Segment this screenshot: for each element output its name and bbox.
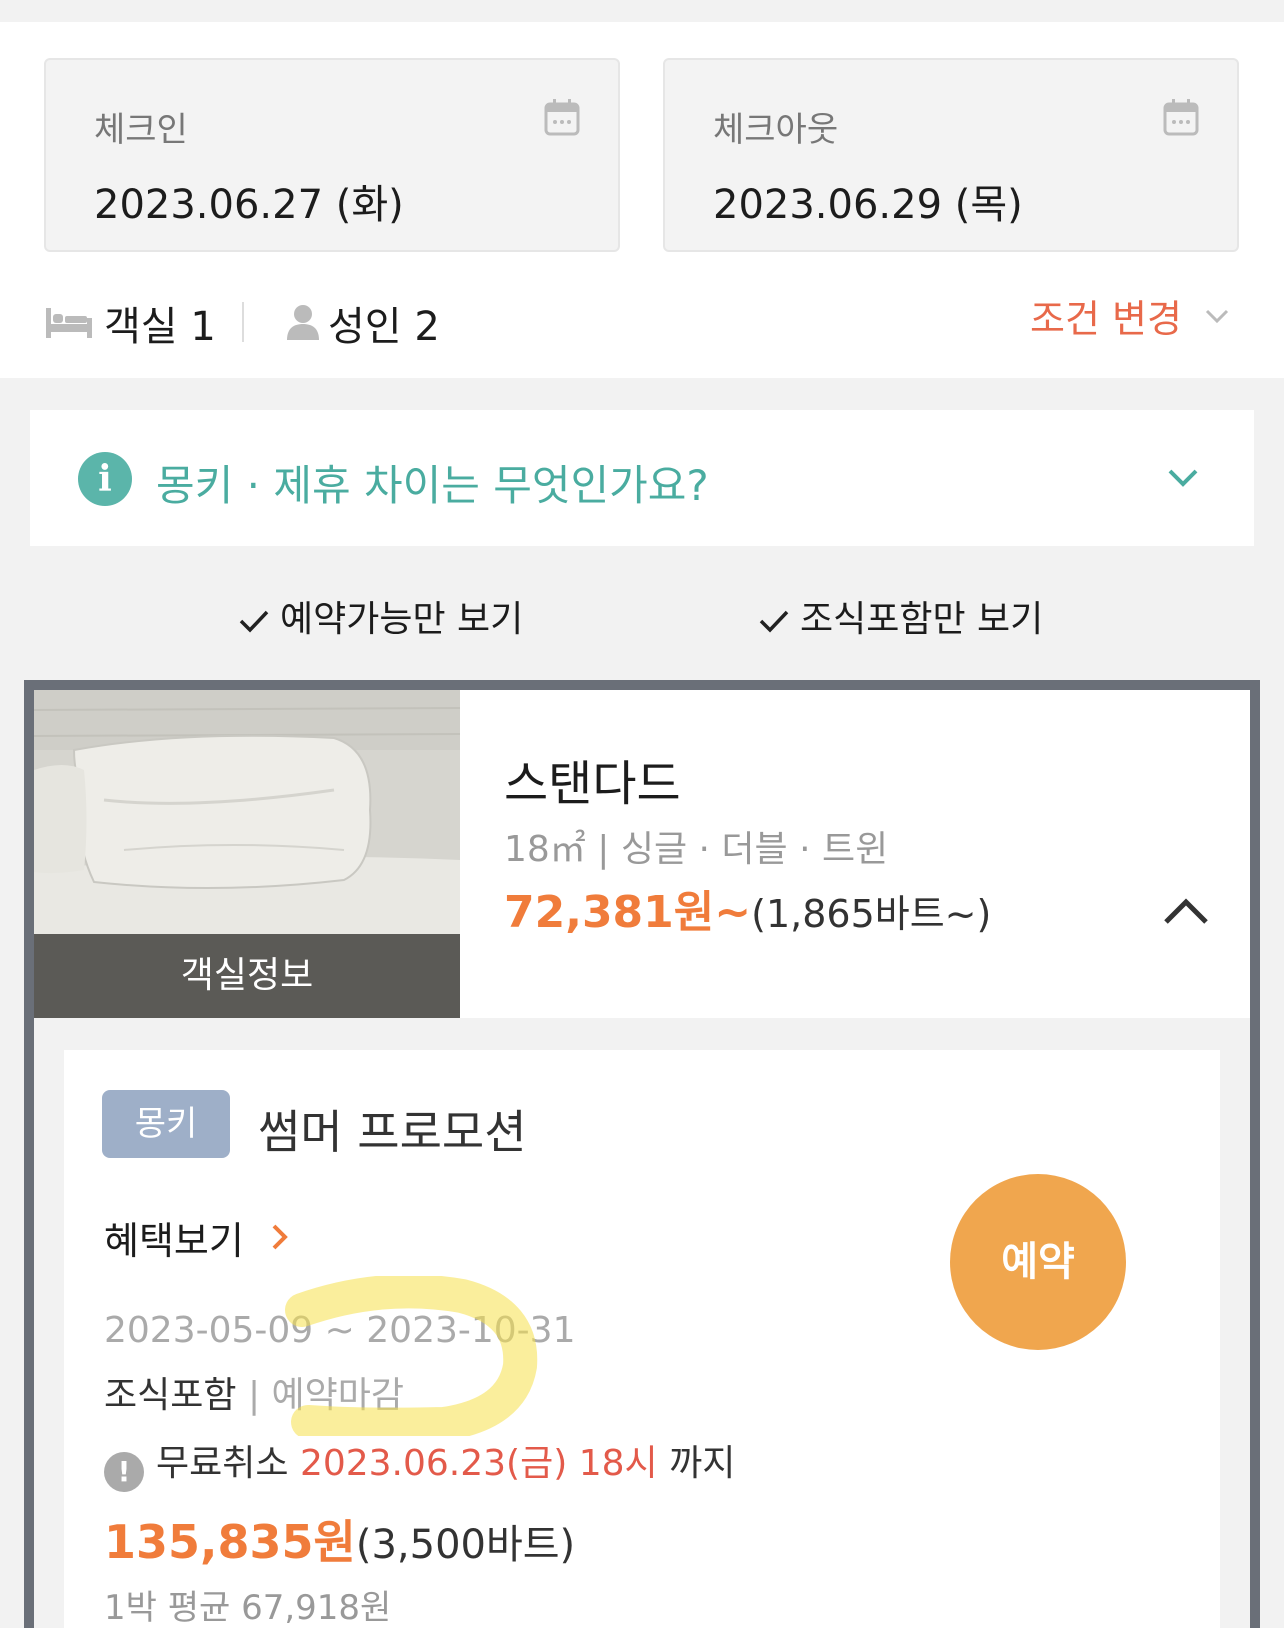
bed-icon [46,308,92,338]
info-icon: i [78,452,132,506]
adult-count: 성인 2 [328,304,440,350]
room-count: 객실 1 [104,304,216,350]
plan-period: 2023-05-09 ~ 2023-10-31 [104,1310,576,1351]
status-tag: | 예약마감 [247,1375,404,1416]
view-benefits-link[interactable]: 혜택보기 [104,1210,244,1265]
room-price: 72,381원~(1,865바트~) [504,876,991,940]
divider [242,302,244,342]
checkin-label: 체크인 [94,110,188,150]
calendar-icon [544,99,580,136]
cancel-suffix: 까지 [669,1443,736,1484]
room-price-thb: (1,865바트~) [751,892,992,936]
room-info-caption[interactable]: 객실정보 [34,934,460,1018]
plan-name: 썸머 프로모션 [258,1105,527,1159]
chevron-up-icon[interactable] [1162,896,1210,926]
room-name: 스탠다드 [504,756,681,812]
free-cancel-row: ! 무료취소 2023.06.23(금) 18시 까지 [104,1434,735,1492]
calendar-icon [1163,99,1199,136]
warning-icon: ! [104,1452,144,1492]
check-icon [239,610,269,633]
chevron-right-icon[interactable] [270,1222,290,1252]
room-photo[interactable]: 객실정보 [34,690,460,1018]
guest-summary-row: 객실 1 성인 2 조건 변경 [0,284,1284,354]
plan-tags: 조식포함 | 예약마감 [104,1366,404,1418]
change-conditions-button[interactable]: 조건 변경 [1030,288,1182,343]
checkout-date: 2023.06.29 (목) [713,182,1023,228]
plan-price: 135,835원(3,500바트) [104,1506,575,1572]
info-banner-text: 몽키 · 제휴 차이는 무엇인가요? [156,461,709,510]
chevron-down-icon[interactable] [1204,306,1230,326]
info-banner[interactable]: i 몽키 · 제휴 차이는 무엇인가요? [30,410,1254,546]
plan-type-badge: 몽키 [102,1090,230,1158]
room-card: 객실정보 스탠다드 18㎡ | 싱글 · 더블 · 트윈 72,381원~(1,… [24,680,1260,1628]
rate-plan-card: 몽키 썸머 프로모션 혜택보기 2023-05-09 ~ 2023-10-31 … [64,1050,1220,1628]
filter-breakfast-only[interactable]: 조식포함만 보기 [758,590,1043,642]
room-summary: 객실정보 스탠다드 18㎡ | 싱글 · 더블 · 트윈 72,381원~(1,… [34,690,1250,1018]
room-specs: 18㎡ | 싱글 · 더블 · 트윈 [504,829,889,870]
average-nightly-price: 1박 평균 67,918원 [104,1588,392,1628]
chevron-down-icon[interactable] [1166,466,1200,490]
book-button[interactable]: 예약 [950,1174,1126,1350]
breakfast-tag: 조식포함 [104,1375,237,1416]
person-icon [287,305,319,340]
filter-label: 예약가능만 보기 [280,599,524,640]
plan-price-krw: 135,835원 [104,1515,356,1569]
checkout-date-field[interactable]: 체크아웃 2023.06.29 (목) [663,58,1239,252]
filter-available-only[interactable]: 예약가능만 보기 [238,590,523,642]
cancel-prefix: 무료취소 [156,1443,289,1484]
plan-price-thb: (3,500바트) [355,1522,576,1568]
checkin-date-field[interactable]: 체크인 2023.06.27 (화) [44,58,620,252]
check-icon [759,610,789,633]
cancel-deadline: 2023.06.23(금) 18시 [299,1443,658,1484]
search-conditions-panel: 체크인 2023.06.27 (화) 체크아웃 2023.06.29 (목) 객… [0,22,1284,378]
filter-label: 조식포함만 보기 [800,599,1044,640]
checkin-date: 2023.06.27 (화) [94,182,404,228]
checkout-label: 체크아웃 [713,110,839,150]
room-price-krw: 72,381원~ [504,887,752,938]
